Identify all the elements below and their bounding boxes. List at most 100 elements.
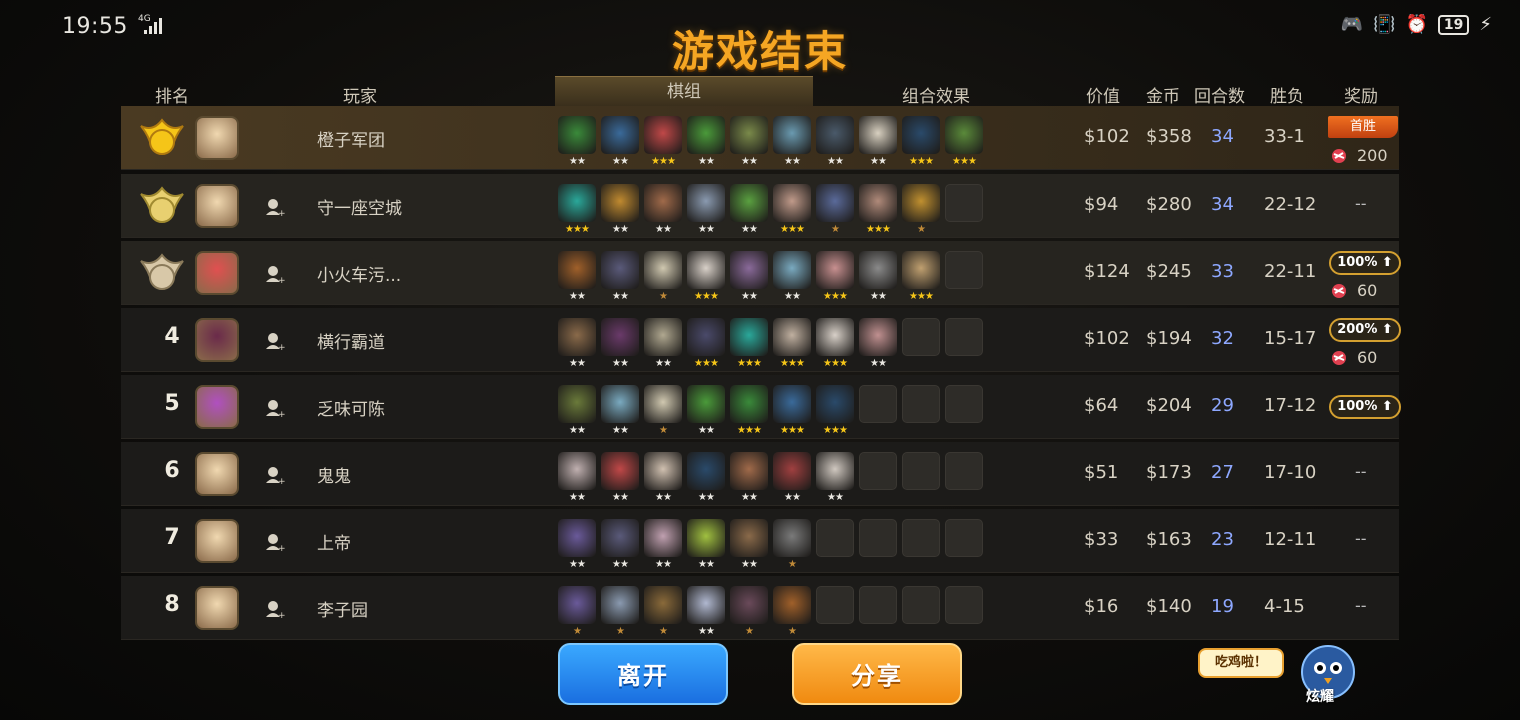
chess-piece-icon[interactable] (558, 318, 596, 356)
chess-piece-icon[interactable] (773, 586, 811, 624)
chess-piece-icon[interactable] (773, 519, 811, 557)
chess-piece-icon[interactable] (816, 318, 854, 356)
chess-piece-icon[interactable] (859, 251, 897, 289)
chess-piece-icon[interactable] (558, 519, 596, 557)
chess-piece-icon[interactable] (687, 385, 725, 423)
chess-piece-icon[interactable] (558, 586, 596, 624)
chess-piece-icon[interactable] (730, 251, 768, 289)
tab-lineup[interactable]: 棋组 (555, 76, 813, 106)
chess-piece-icon[interactable] (687, 519, 725, 557)
chess-piece-icon[interactable] (601, 586, 639, 624)
chess-piece-icon[interactable] (687, 184, 725, 222)
chess-piece-icon[interactable] (601, 251, 639, 289)
tab-synergy[interactable]: 组合效果 (902, 82, 970, 107)
avatar[interactable] (195, 385, 239, 429)
avatar[interactable] (195, 116, 239, 160)
chess-piece-icon[interactable] (601, 385, 639, 423)
chess-piece-icon[interactable] (644, 184, 682, 222)
leave-button[interactable]: 离开 (558, 643, 728, 705)
chess-piece-icon[interactable] (773, 251, 811, 289)
chess-piece-icon[interactable] (558, 251, 596, 289)
chess-piece-icon[interactable] (730, 452, 768, 490)
table-row[interactable]: 6 + 鬼鬼 ★★ ★★ ★★ ★★ ★★ ★★ ★★ $51 $173 27 17-10 -- (121, 442, 1399, 506)
chess-piece-icon[interactable] (644, 318, 682, 356)
avatar[interactable] (195, 251, 239, 295)
chess-piece-icon[interactable] (558, 452, 596, 490)
chess-piece-icon[interactable] (730, 586, 768, 624)
chess-piece-icon[interactable] (601, 452, 639, 490)
chess-piece-icon[interactable] (773, 452, 811, 490)
chess-piece-icon[interactable] (816, 452, 854, 490)
chess-piece-icon[interactable] (644, 586, 682, 624)
chess-piece-icon[interactable] (773, 318, 811, 356)
chess-piece-icon[interactable] (773, 116, 811, 154)
chess-piece-icon[interactable] (902, 184, 940, 222)
chess-piece-icon[interactable] (644, 251, 682, 289)
chess-piece-icon[interactable] (730, 385, 768, 423)
chess-piece-icon[interactable] (601, 519, 639, 557)
chess-piece-icon[interactable] (687, 586, 725, 624)
chess-piece-icon[interactable] (816, 184, 854, 222)
header-gold: 金币 (1146, 87, 1180, 107)
chess-piece-icon[interactable] (730, 318, 768, 356)
chess-piece-icon[interactable] (601, 318, 639, 356)
chess-piece-icon[interactable] (644, 519, 682, 557)
rounds-cell: 33 (1211, 261, 1234, 282)
table-row[interactable]: 8 + 李子园 ★ ★ ★ ★★ ★ ★ $16 $140 19 4-15 -- (121, 576, 1399, 640)
avatar[interactable] (195, 318, 239, 362)
chess-piece-icon[interactable] (859, 184, 897, 222)
chess-piece-icon[interactable] (644, 385, 682, 423)
table-row[interactable]: + 小火车污... ★★ ★★ ★ ★★★ ★★ ★★ ★★★ ★★ ★★★ $124 $245 33 22… (121, 241, 1401, 305)
avatar[interactable] (195, 452, 239, 496)
table-row[interactable]: 4 + 横行霸道 ★★ ★★ ★★ ★★★ ★★★ ★★★ ★★★ ★★ $102 $194 32 15-… (121, 308, 1401, 372)
chess-piece-icon[interactable] (902, 251, 940, 289)
add-friend-icon[interactable]: + (265, 532, 285, 552)
star-rating: ★★ (870, 358, 887, 369)
chess-piece-icon[interactable] (687, 251, 725, 289)
share-button[interactable]: 分享 (792, 643, 962, 705)
star-rating: ★★ (870, 291, 887, 302)
chess-piece-icon[interactable] (558, 184, 596, 222)
chess-piece-icon[interactable] (773, 184, 811, 222)
table-row[interactable]: 7 + 上帝 ★★ ★★ ★★ ★★ ★★ ★ $33 $163 23 12-11 -- (121, 509, 1399, 573)
avatar[interactable] (195, 519, 239, 563)
chess-piece-icon[interactable] (816, 385, 854, 423)
rank-badge-icon (140, 118, 184, 155)
chess-piece-icon[interactable] (730, 519, 768, 557)
chess-piece-icon[interactable] (730, 116, 768, 154)
star-rating: ★★★ (737, 425, 762, 436)
chess-piece-icon[interactable] (687, 116, 725, 154)
avatar[interactable] (195, 184, 239, 228)
chess-piece-icon[interactable] (773, 385, 811, 423)
chess-piece-icon[interactable] (558, 116, 596, 154)
chess-piece-icon[interactable] (859, 116, 897, 154)
add-friend-icon[interactable]: + (265, 398, 285, 418)
gold-cell: $245 (1146, 261, 1192, 282)
rounds-cell: 34 (1211, 126, 1234, 147)
star-rating: ★★ (698, 492, 715, 503)
chess-piece-icon[interactable] (644, 116, 682, 154)
svg-text:+: + (278, 343, 285, 351)
chess-piece-icon[interactable] (902, 116, 940, 154)
winloss-cell: 17-12 (1264, 395, 1317, 416)
chess-piece-icon[interactable] (558, 385, 596, 423)
add-friend-icon[interactable]: + (265, 599, 285, 619)
chess-piece-icon[interactable] (601, 184, 639, 222)
chess-piece-icon[interactable] (687, 318, 725, 356)
chess-piece-icon[interactable] (687, 452, 725, 490)
add-friend-icon[interactable]: + (265, 331, 285, 351)
table-row[interactable]: + 守一座空城 ★★★ ★★ ★★ ★★ ★★ ★★★ ★ ★★★ ★ $94 $280 34 22-12-… (121, 174, 1399, 238)
chess-piece-icon[interactable] (816, 251, 854, 289)
chess-piece-icon[interactable] (644, 452, 682, 490)
add-friend-icon[interactable]: + (265, 197, 285, 217)
chess-piece-icon[interactable] (945, 116, 983, 154)
table-row[interactable]: 橙子军团 ★★ ★★ ★★★ ★★ ★★ ★★ ★★ ★★ ★★★ ★★★ $102 $358 34 33-… (121, 106, 1399, 170)
table-row[interactable]: 5 + 乏味可陈 ★★ ★★ ★ ★★ ★★★ ★★★ ★★★ $64 $204 29 17-12 100… (121, 375, 1401, 439)
chess-piece-icon[interactable] (601, 116, 639, 154)
chess-piece-icon[interactable] (730, 184, 768, 222)
chess-piece-icon[interactable] (859, 318, 897, 356)
avatar[interactable] (195, 586, 239, 630)
add-friend-icon[interactable]: + (265, 264, 285, 284)
add-friend-icon[interactable]: + (265, 465, 285, 485)
chess-piece-icon[interactable] (816, 116, 854, 154)
